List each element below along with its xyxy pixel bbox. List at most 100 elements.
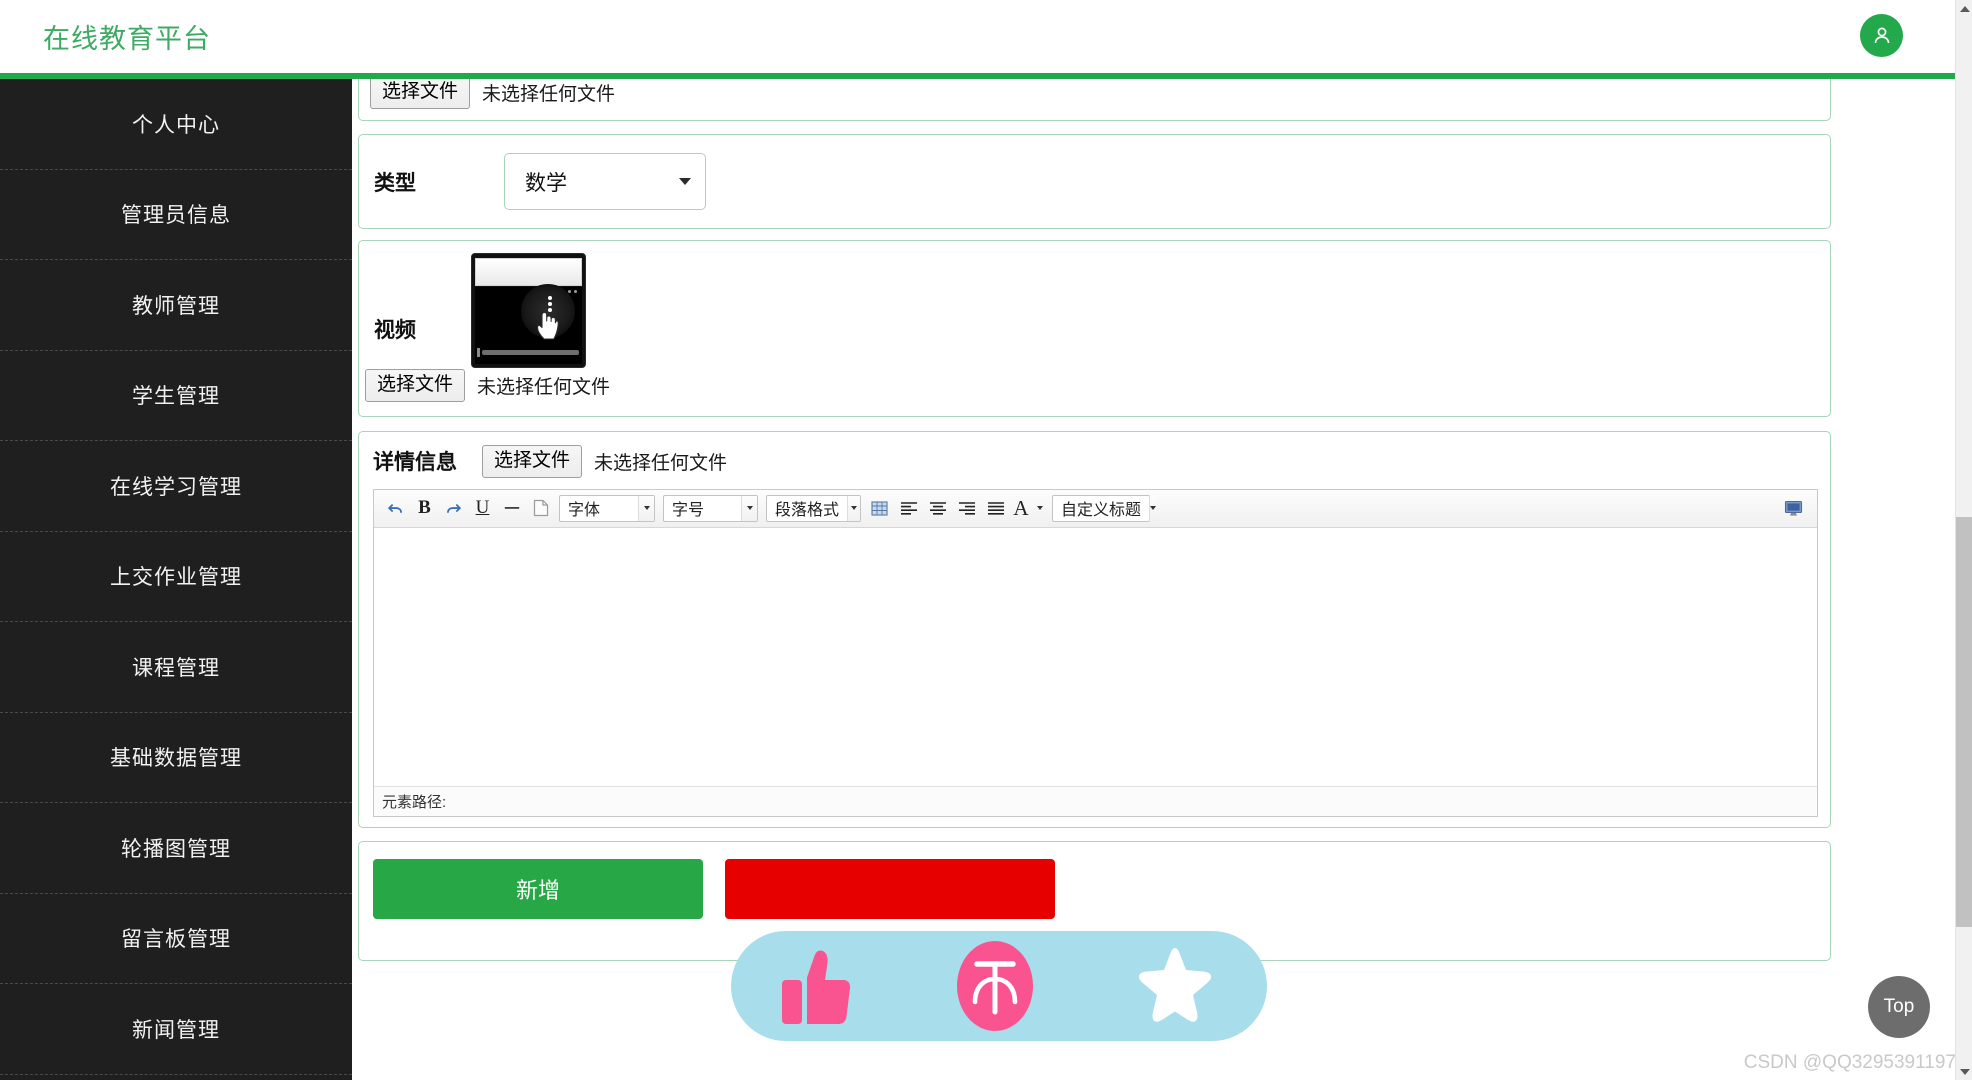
editor-content-area[interactable] bbox=[374, 527, 1817, 787]
file-status-text: 未选择任何文件 bbox=[594, 452, 728, 474]
custom-title-value: 自定义标题 bbox=[1061, 502, 1142, 520]
upload-panel-top: 选择文件 未选择任何文件 bbox=[358, 79, 1831, 121]
sidebar-item-label: 管理员信息 bbox=[121, 204, 231, 228]
sidebar-item-label: 上交作业管理 bbox=[110, 566, 242, 590]
sidebar-item-label: 教师管理 bbox=[132, 294, 220, 318]
sidebar-item-personal-center[interactable]: 个人中心 bbox=[0, 79, 352, 170]
sidebar-item-message-board-management[interactable]: 留言板管理 bbox=[0, 894, 352, 984]
submit-button[interactable]: 新增 bbox=[373, 859, 703, 919]
chevron-down-icon bbox=[1149, 495, 1157, 521]
file-input-detail[interactable]: 选择文件 未选择任何文件 bbox=[482, 445, 727, 478]
sidebar-item-label: 个人中心 bbox=[132, 113, 220, 137]
detail-panel: 详情信息 选择文件 未选择任何文件 B U 字体 字号 段落格式 A 自定义标题… bbox=[358, 431, 1831, 828]
chevron-down-icon bbox=[638, 495, 654, 521]
scrollbar-thumb[interactable] bbox=[1956, 517, 1972, 927]
sidebar-item-online-learning-management[interactable]: 在线学习管理 bbox=[0, 441, 352, 532]
redo-icon[interactable] bbox=[440, 494, 467, 522]
align-center-icon[interactable] bbox=[924, 494, 951, 522]
page-scrollbar[interactable] bbox=[1955, 0, 1972, 1080]
detail-header-row: 详情信息 选择文件 未选择任何文件 bbox=[359, 432, 1830, 489]
avatar[interactable] bbox=[1860, 14, 1903, 57]
reaction-bar bbox=[731, 931, 1267, 1041]
sidebar-item-label: 轮播图管理 bbox=[121, 837, 231, 861]
editor-element-path: 元素路径: bbox=[374, 786, 1817, 816]
paragraph-format-select[interactable]: 段落格式 bbox=[766, 494, 861, 522]
sidebar-item-homework-submission-management[interactable]: 上交作业管理 bbox=[0, 532, 352, 622]
type-panel: 类型 数学 bbox=[358, 134, 1831, 229]
video-thumbnail[interactable] bbox=[472, 254, 585, 367]
sidebar-nav: 个人中心 管理员信息 教师管理 学生管理 在线学习管理 上交作业管理 课程管理 … bbox=[0, 79, 352, 1080]
sidebar-item-student-management[interactable]: 学生管理 bbox=[0, 351, 352, 441]
sidebar-item-label: 学生管理 bbox=[132, 385, 220, 409]
font-size-select[interactable]: 字号 bbox=[663, 494, 758, 522]
bold-button[interactable]: B bbox=[411, 494, 438, 522]
sidebar-item-carousel-management[interactable]: 轮播图管理 bbox=[0, 803, 352, 894]
sidebar-item-teacher-management[interactable]: 教师管理 bbox=[0, 260, 352, 351]
chevron-down-icon bbox=[1959, 1068, 1970, 1075]
undo-icon[interactable] bbox=[382, 494, 409, 522]
align-left-icon[interactable] bbox=[895, 494, 922, 522]
reward-icon bbox=[956, 941, 1033, 1031]
font-color-button[interactable]: A bbox=[1011, 494, 1031, 522]
file-status-text: 未选择任何文件 bbox=[477, 377, 611, 399]
sidebar-item-label: 课程管理 bbox=[132, 656, 220, 680]
custom-title-select[interactable]: 自定义标题 bbox=[1052, 494, 1157, 522]
app-header: 在线教育平台 bbox=[0, 0, 1955, 79]
underline-button[interactable]: U bbox=[469, 494, 496, 522]
sidebar-item-news-management[interactable]: 新闻管理 bbox=[0, 984, 352, 1075]
choose-file-button[interactable]: 选择文件 bbox=[365, 369, 466, 402]
sidebar-item-basic-data-management[interactable]: 基础数据管理 bbox=[0, 713, 352, 803]
scroll-to-top-button[interactable]: Top bbox=[1868, 976, 1930, 1038]
sidebar-item-label: 新闻管理 bbox=[132, 1018, 220, 1042]
font-size-value: 字号 bbox=[672, 502, 705, 520]
font-family-value: 字体 bbox=[568, 502, 601, 520]
paragraph-format-value: 段落格式 bbox=[775, 502, 840, 520]
align-justify-icon[interactable] bbox=[982, 494, 1009, 522]
file-status-text: 未选择任何文件 bbox=[482, 84, 616, 106]
reward-button[interactable] bbox=[955, 938, 1035, 1034]
thumbs-up-icon bbox=[781, 950, 850, 1024]
type-select[interactable]: 数学 bbox=[504, 153, 706, 210]
font-color-chevron-down-icon[interactable] bbox=[1033, 494, 1047, 522]
chevron-down-icon bbox=[741, 495, 757, 521]
thumbnail-progress-bar bbox=[482, 350, 579, 355]
type-select-value: 数学 bbox=[525, 171, 567, 195]
sidebar-item-label: 在线学习管理 bbox=[110, 475, 242, 499]
file-input-video[interactable]: 选择文件 未选择任何文件 bbox=[365, 369, 610, 402]
thumbnail-progress-tick bbox=[477, 348, 480, 357]
sidebar-item-label: 基础数据管理 bbox=[110, 747, 242, 771]
type-label: 类型 bbox=[374, 171, 416, 195]
video-panel: 视频 选择文件 未选择任何文件 bbox=[358, 240, 1831, 417]
reset-button[interactable] bbox=[725, 859, 1055, 919]
page-title: 在线教育平台 bbox=[43, 24, 211, 54]
table-icon[interactable] bbox=[866, 494, 893, 522]
font-family-select[interactable]: 字体 bbox=[559, 494, 655, 522]
page-root: 在线教育平台 个人中心 管理员信息 教师管理 学生管理 在线学习管理 上交作业管… bbox=[0, 0, 1972, 1080]
chevron-down-icon bbox=[679, 178, 691, 185]
scroll-to-top-label: Top bbox=[1883, 996, 1915, 1017]
sidebar-item-label: 留言板管理 bbox=[121, 928, 231, 952]
sidebar-item-admin-info[interactable]: 管理员信息 bbox=[0, 170, 352, 260]
choose-file-button[interactable]: 选择文件 bbox=[370, 79, 471, 109]
thumbnail-titlebar bbox=[475, 258, 582, 286]
favorite-button[interactable] bbox=[1132, 945, 1218, 1027]
user-avatar-button[interactable] bbox=[1860, 14, 1903, 57]
sidebar-item-course-management[interactable]: 课程管理 bbox=[0, 622, 352, 713]
rich-text-editor: B U 字体 字号 段落格式 A 自定义标题 元素路径: bbox=[373, 488, 1818, 817]
user-icon bbox=[1874, 27, 1889, 43]
monitor-icon[interactable] bbox=[1780, 494, 1807, 522]
align-right-icon[interactable] bbox=[953, 494, 980, 522]
chevron-up-icon bbox=[1959, 5, 1970, 12]
watermark-text: CSDN @QQ3295391197 bbox=[1743, 1052, 1956, 1073]
horizontal-rule-icon[interactable] bbox=[498, 494, 525, 522]
page-icon[interactable] bbox=[527, 494, 554, 522]
file-input-top[interactable]: 选择文件 未选择任何文件 bbox=[370, 79, 615, 109]
choose-file-button[interactable]: 选择文件 bbox=[482, 445, 583, 478]
editor-toolbar: B U 字体 字号 段落格式 A 自定义标题 bbox=[374, 489, 1817, 528]
scrollbar-up-arrow[interactable] bbox=[1956, 0, 1972, 17]
thumbs-up-button[interactable] bbox=[780, 944, 858, 1028]
detail-label: 详情信息 bbox=[373, 451, 457, 475]
star-icon bbox=[1139, 948, 1212, 1022]
chevron-down-icon bbox=[847, 495, 860, 521]
scrollbar-down-arrow[interactable] bbox=[1956, 1063, 1972, 1080]
